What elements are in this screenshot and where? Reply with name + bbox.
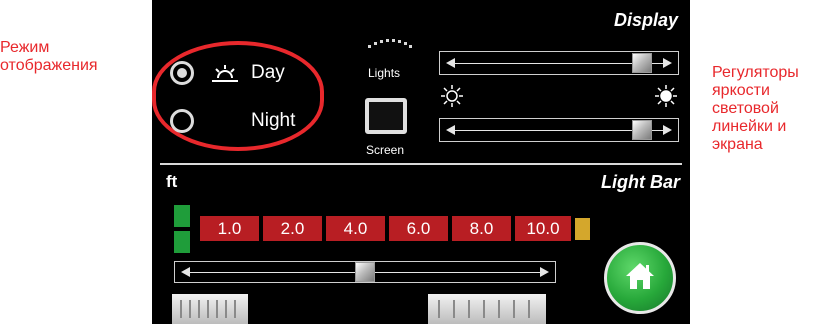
distance-option[interactable]: 4.0 [326,216,385,241]
ruler-tick [207,300,209,318]
mode-highlight-oval [152,41,324,151]
arrow-left-icon [446,58,455,68]
home-icon [626,263,654,289]
arrow-left-icon [181,267,190,277]
yellow-indicator [575,218,590,240]
screen-label: Screen [366,143,405,157]
distance-option[interactable]: 2.0 [263,216,322,241]
distance-option[interactable]: 8.0 [452,216,511,241]
ruler-tick [453,300,455,318]
distance-option[interactable]: 10.0 [515,216,571,241]
radio-selected-dot [177,68,187,78]
sunrise-icon [212,65,238,82]
distance-option[interactable]: 6.0 [389,216,448,241]
ruler-tick [198,300,200,318]
display-mode-annotation: Режим отображения [0,39,98,74]
night-mode-radio[interactable] [170,109,194,133]
lights-icon [368,39,412,48]
arrow-right-icon [663,58,672,68]
day-mode-label: Day [251,62,285,83]
display-section-title: Display [613,10,678,30]
ruler-tick [498,300,500,318]
ruler-left [172,294,248,324]
green-indicator [174,205,190,227]
light-bar-section-title: Light Bar [601,172,680,192]
light-bar-slider[interactable] [174,261,556,283]
ruler-tick [438,300,440,318]
slider-knob[interactable] [632,53,653,73]
arrow-right-icon [663,125,672,135]
slider-knob[interactable] [632,120,653,140]
ruler-tick [216,300,218,318]
ruler-tick [180,300,182,318]
arrow-left-icon [446,125,455,135]
green-indicator [174,231,190,253]
ruler-tick [225,300,227,318]
ruler-right [428,294,546,324]
home-button[interactable] [604,242,676,314]
sun-high-icon [655,85,677,107]
section-divider [160,163,682,165]
screen-icon[interactable] [365,98,407,134]
device-screen: Display Day Night Lights Screen ft Light… [152,0,690,324]
ruler-tick [189,300,191,318]
ruler-tick [234,300,236,318]
ruler-tick [483,300,485,318]
ruler-tick [528,300,530,318]
lights-label: Lights [368,66,401,80]
day-mode-radio[interactable] [170,61,194,85]
moon-icon [222,113,231,131]
brightness-controls-annotation: Регуляторы яркости световой линейки и эк… [712,64,799,153]
screen-brightness-slider[interactable] [439,118,679,142]
arrow-right-icon [540,267,549,277]
night-mode-label: Night [251,110,296,131]
lights-brightness-slider[interactable] [439,51,679,75]
ruler-tick [513,300,515,318]
slider-knob[interactable] [355,262,375,282]
distance-option[interactable]: 1.0 [200,216,259,241]
ruler-tick [468,300,470,318]
sun-low-icon [441,85,463,107]
unit-label: ft [166,172,178,191]
